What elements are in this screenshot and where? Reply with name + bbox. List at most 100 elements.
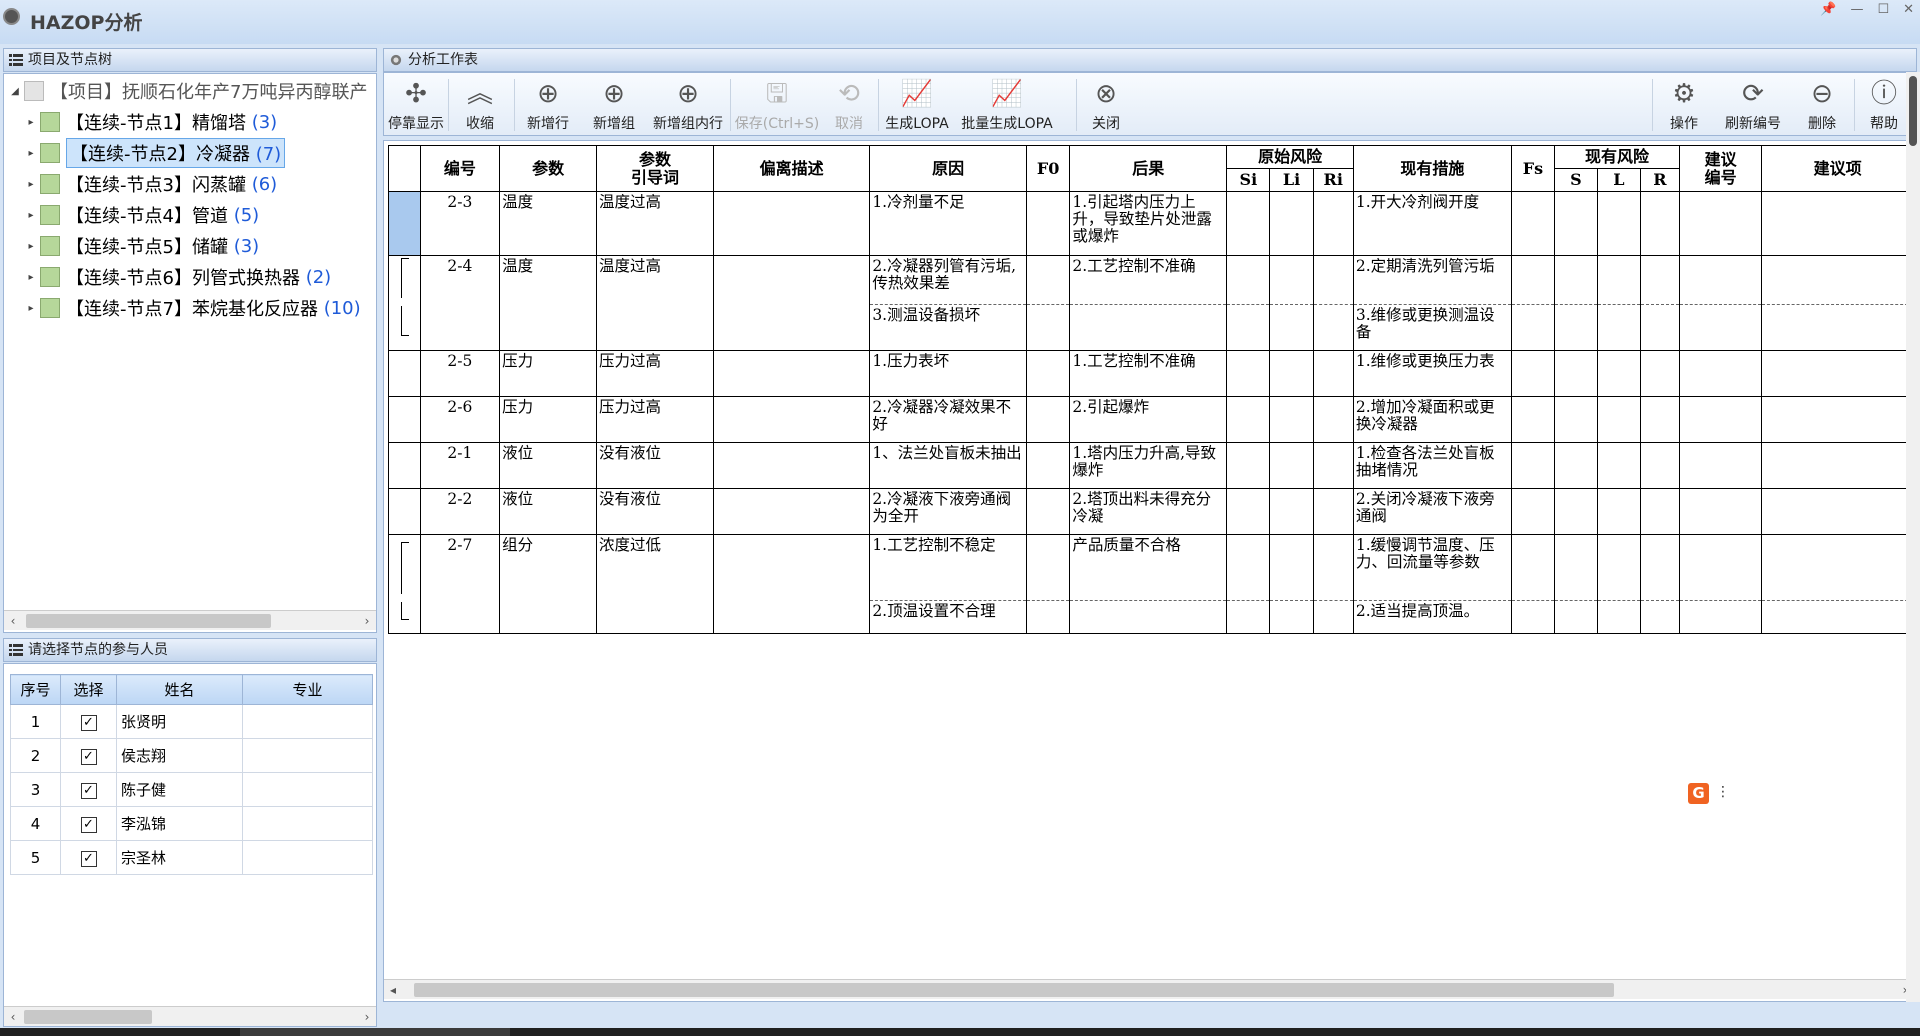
row-guide[interactable]: 压力过高	[596, 350, 714, 397]
row-consequence[interactable]: 1.工艺控制不准确	[1069, 350, 1228, 397]
row-r[interactable]	[1639, 304, 1680, 351]
table-row[interactable]: 2-1 液位 没有液位 1、法兰处盲板未抽出 1.塔内压力升高,导致爆炸 1.检…	[388, 442, 1914, 489]
row-suggestion[interactable]	[1761, 442, 1914, 489]
expand-icon[interactable]: ▸	[22, 179, 40, 190]
gen-lopa-button[interactable]: 📈 生成LOPA	[880, 73, 954, 137]
cancel-button[interactable]: ⟲ 取消	[824, 73, 874, 137]
row-fs[interactable]	[1510, 304, 1556, 351]
expand-icon[interactable]: ◢	[6, 86, 24, 97]
row-si[interactable]	[1226, 488, 1271, 535]
row-suggestion-no[interactable]	[1678, 304, 1763, 351]
row-consequence[interactable]: 1.塔内压力升高,导致爆炸	[1069, 442, 1228, 489]
select-checkbox[interactable]: ✓	[80, 783, 97, 799]
row-r[interactable]	[1639, 350, 1680, 397]
row-ri[interactable]	[1312, 442, 1354, 489]
row-r[interactable]	[1639, 534, 1680, 601]
row-suggestion-no[interactable]	[1678, 534, 1763, 601]
row-param[interactable]: 液位	[499, 488, 597, 535]
table-row[interactable]: 1 ✓ 张贤明	[10, 704, 373, 739]
row-cause[interactable]: 2.冷凝器冷凝效果不好	[869, 396, 1028, 443]
row-selector[interactable]	[388, 488, 421, 535]
more-icon[interactable]: ⋮	[1716, 784, 1730, 800]
row-suggestion-no[interactable]	[1678, 488, 1763, 535]
tree-project[interactable]: ◢ 【项目】抚顺石化年产7万吨异丙醇联产	[6, 76, 367, 106]
row-si[interactable]	[1226, 442, 1271, 489]
table-row[interactable]: 2-5 压力 压力过高 1.压力表坏 1.工艺控制不准确 1.维修或更换压力表	[388, 350, 1914, 397]
row-deviation[interactable]	[712, 255, 871, 304]
row-l[interactable]	[1596, 304, 1641, 351]
person-major[interactable]	[242, 772, 373, 807]
select-checkbox[interactable]: ✓	[80, 817, 97, 833]
row-f0[interactable]	[1026, 191, 1071, 256]
row-fs[interactable]	[1510, 600, 1556, 634]
row-no[interactable]: 2-1	[419, 442, 501, 489]
scroll-left-icon[interactable]: ‹	[4, 1007, 22, 1027]
row-s[interactable]	[1554, 396, 1598, 443]
row-fs[interactable]	[1510, 191, 1556, 256]
row-suggestion[interactable]	[1761, 350, 1914, 397]
row-no[interactable]: 2-6	[419, 396, 501, 443]
expand-icon[interactable]: ▸	[22, 241, 40, 252]
row-measure[interactable]: 2.适当提高顶温。	[1352, 600, 1512, 634]
row-ri[interactable]	[1312, 488, 1354, 535]
row-suggestion-no[interactable]	[1678, 191, 1763, 256]
table-row[interactable]: 5 ✓ 宗圣林	[10, 840, 373, 875]
row-ri[interactable]	[1312, 191, 1354, 256]
row-r[interactable]	[1639, 191, 1680, 256]
row-r[interactable]	[1639, 600, 1680, 634]
window-vscrollbar[interactable]	[1906, 72, 1920, 1002]
row-measure[interactable]: 3.维修或更换测温设备	[1352, 304, 1512, 351]
row-selector[interactable]	[388, 396, 421, 443]
row-measure[interactable]: 2.关闭冷凝液下液旁通阀	[1352, 488, 1512, 535]
row-deviation[interactable]	[712, 350, 871, 397]
scroll-left-icon[interactable]: ‹	[4, 611, 22, 631]
row-no[interactable]: 2-3	[419, 191, 501, 256]
row-cause[interactable]: 1、法兰处盲板未抽出	[869, 442, 1028, 489]
row-si[interactable]	[1226, 534, 1271, 601]
person-major[interactable]	[242, 840, 373, 875]
person-major[interactable]	[242, 704, 373, 739]
row-fs[interactable]	[1510, 442, 1556, 489]
row-consequence[interactable]	[1069, 600, 1228, 634]
row-f0[interactable]	[1026, 350, 1071, 397]
row-cause[interactable]: 2.冷凝器列管有污垢,传热效果差	[869, 255, 1028, 305]
node-checkbox[interactable]	[40, 298, 60, 318]
dock-button[interactable]: ✣ 停靠显示	[386, 73, 446, 137]
tree-node-1[interactable]: ▸ 【连续-节点1】精馏塔 (3)	[22, 107, 277, 137]
row-consequence[interactable]: 产品质量不合格	[1069, 534, 1228, 601]
tree-node-5[interactable]: ▸ 【连续-节点5】储罐 (3)	[22, 231, 259, 261]
row-deviation[interactable]	[712, 191, 871, 256]
row-si[interactable]	[1226, 304, 1271, 351]
row-fs[interactable]	[1510, 488, 1556, 535]
people-hscrollbar[interactable]: ‹ ›	[4, 1006, 376, 1026]
selected-node[interactable]: 【连续-节点2】冷凝器 (7)	[66, 138, 286, 168]
row-f0[interactable]	[1026, 304, 1071, 351]
project-checkbox[interactable]	[24, 81, 44, 101]
row-l[interactable]	[1596, 350, 1641, 397]
select-checkbox[interactable]: ✓	[80, 851, 97, 867]
table-row[interactable]: 3.测温设备损坏 3.维修或更换测温设备	[388, 304, 1914, 351]
row-suggestion[interactable]	[1761, 488, 1914, 535]
row-cause[interactable]: 2.冷凝液下液旁通阀为全开	[869, 488, 1028, 535]
row-param[interactable]	[499, 600, 597, 634]
row-param[interactable]	[499, 304, 597, 351]
row-r[interactable]	[1639, 442, 1680, 489]
row-suggestion-no[interactable]	[1678, 600, 1763, 634]
row-fs[interactable]	[1510, 255, 1556, 305]
row-measure[interactable]: 1.开大冷剂阀开度	[1352, 191, 1512, 256]
table-row[interactable]: 2 ✓ 侯志翔	[10, 738, 373, 773]
table-row[interactable]: 4 ✓ 李泓锦	[10, 806, 373, 841]
row-li[interactable]	[1269, 191, 1314, 256]
row-li[interactable]	[1269, 255, 1314, 305]
batch-lopa-button[interactable]: 📈 批量生成LOPA	[956, 73, 1058, 137]
save-button[interactable]: 🖫 保存(Ctrl+S)	[732, 73, 822, 137]
row-r[interactable]	[1639, 488, 1680, 535]
tree-hscrollbar[interactable]: ‹ ›	[4, 610, 376, 630]
row-suggestion[interactable]	[1761, 304, 1914, 351]
row-consequence[interactable]: 2.塔顶出料未得充分冷凝	[1069, 488, 1228, 535]
row-selector[interactable]	[388, 350, 421, 397]
row-ri[interactable]	[1312, 304, 1354, 351]
row-cause[interactable]: 2.顶温设置不合理	[869, 600, 1028, 634]
row-param[interactable]: 组分	[499, 534, 597, 600]
row-f0[interactable]	[1026, 600, 1071, 634]
